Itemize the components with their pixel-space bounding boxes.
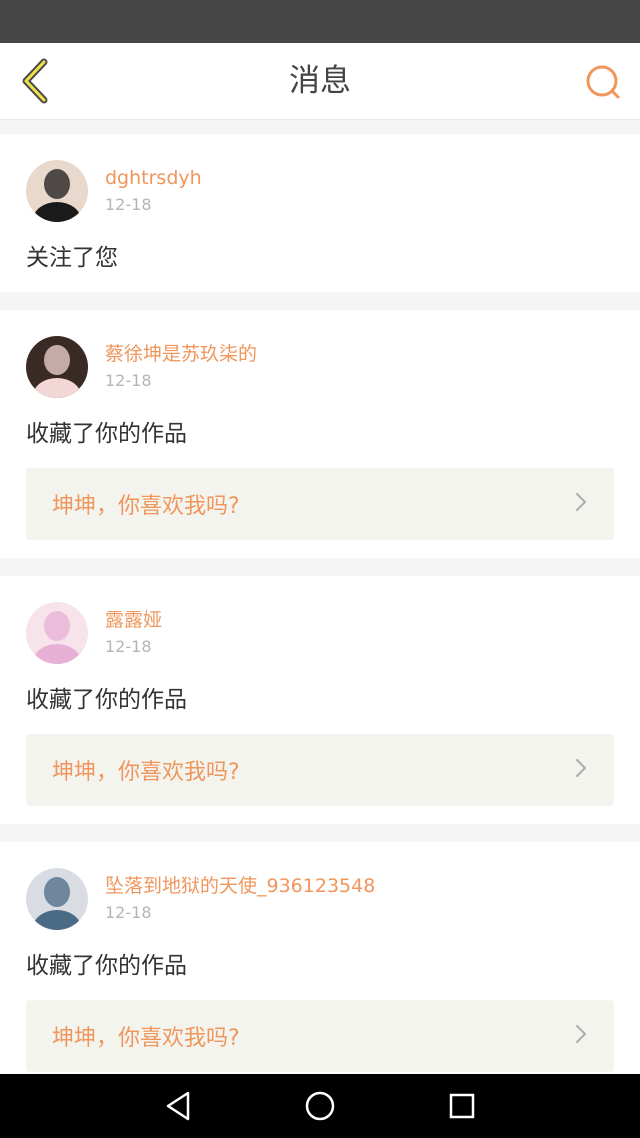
work-link[interactable]: 坤坤，你喜欢我吗?	[26, 734, 614, 806]
action-text: 收藏了你的作品	[26, 687, 187, 713]
search-button[interactable]	[578, 57, 628, 107]
user-row: 露露娅 12-18	[26, 602, 614, 664]
avatar-image	[26, 868, 88, 930]
square-recents-icon	[449, 1093, 475, 1119]
action-text: 收藏了你的作品	[26, 953, 187, 979]
avatar[interactable]	[26, 602, 88, 664]
user-meta: 蔡徐坤是苏玖柒的 12-18	[105, 336, 257, 392]
message-date: 12-18	[105, 903, 152, 922]
message-card: 蔡徐坤是苏玖柒的 12-18 收藏了你的作品坤坤，你喜欢我吗?	[0, 310, 640, 558]
action-text: 关注了您	[26, 245, 118, 271]
message-card: dghtrsdyh 12-18 关注了您	[0, 134, 640, 292]
action-text: 收藏了你的作品	[26, 421, 187, 447]
message-date: 12-18	[105, 637, 152, 656]
circle-home-icon	[305, 1091, 335, 1121]
message-card: 坠落到地狱的天使_936123548 12-18 收藏了你的作品坤坤，你喜欢我吗?	[0, 842, 640, 1074]
message-card: 露露娅 12-18 收藏了你的作品坤坤，你喜欢我吗?	[0, 576, 640, 824]
user-row: 蔡徐坤是苏玖柒的 12-18	[26, 336, 614, 398]
back-button[interactable]	[12, 55, 60, 107]
page-title: 消息	[289, 63, 351, 99]
message-date: 12-18	[105, 371, 152, 390]
work-title: 坤坤，你喜欢我吗?	[52, 494, 240, 519]
avatar[interactable]	[26, 336, 88, 398]
user-meta: dghtrsdyh 12-18	[105, 160, 202, 216]
user-meta: 坠落到地狱的天使_936123548 12-18	[105, 868, 375, 924]
header: 消息	[0, 43, 640, 120]
chevron-right-icon	[574, 757, 588, 783]
work-title: 坤坤，你喜欢我吗?	[52, 760, 240, 785]
work-title: 坤坤，你喜欢我吗?	[52, 1026, 240, 1051]
triangle-back-icon	[166, 1091, 190, 1121]
work-link[interactable]: 坤坤，你喜欢我吗?	[26, 468, 614, 540]
user-meta: 露露娅 12-18	[105, 602, 162, 658]
user-row: 坠落到地狱的天使_936123548 12-18	[26, 868, 614, 930]
username[interactable]: 露露娅	[105, 608, 162, 632]
nav-home-button[interactable]	[302, 1088, 338, 1124]
chevron-right-icon	[574, 491, 588, 517]
username[interactable]: 蔡徐坤是苏玖柒的	[105, 342, 257, 366]
search-icon	[586, 65, 620, 99]
avatar-image	[26, 602, 88, 664]
message-list: dghtrsdyh 12-18 关注了您 蔡徐坤是苏玖柒的 12-18 收藏了你的作品 坤坤…	[0, 134, 640, 1074]
nav-back-button[interactable]	[160, 1088, 196, 1124]
status-bar	[0, 0, 640, 43]
work-link[interactable]: 坤坤，你喜欢我吗?	[26, 1000, 614, 1072]
chevron-right-icon	[574, 1023, 588, 1049]
username[interactable]: 坠落到地狱的天使_936123548	[105, 874, 375, 898]
chevron-left-icon	[22, 58, 48, 104]
username[interactable]: dghtrsdyh	[105, 166, 202, 190]
system-nav-bar	[0, 1074, 640, 1138]
avatar[interactable]	[26, 160, 88, 222]
user-row: dghtrsdyh 12-18	[26, 160, 614, 222]
avatar-image	[26, 336, 88, 398]
avatar-image	[26, 160, 88, 222]
message-date: 12-18	[105, 195, 152, 214]
nav-recents-button[interactable]	[444, 1088, 480, 1124]
avatar[interactable]	[26, 868, 88, 930]
